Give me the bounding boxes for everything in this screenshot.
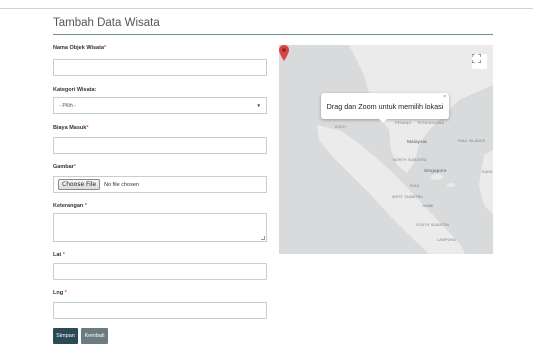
file-status: No file chosen bbox=[104, 181, 139, 188]
biaya-label-text: Biaya Masuk bbox=[53, 125, 87, 131]
required-mark: * bbox=[73, 164, 76, 170]
close-icon[interactable]: × bbox=[443, 94, 446, 100]
kategori-selected: - Pilih - bbox=[59, 102, 77, 109]
map-label-south-sumatra: SOUTH SUMATRA bbox=[416, 223, 450, 227]
gambar-label-text: Gambar bbox=[53, 164, 74, 170]
fullscreen-button[interactable] bbox=[472, 54, 487, 69]
lat-label-text: Lat bbox=[53, 252, 62, 258]
fullscreen-icon bbox=[472, 54, 481, 63]
biaya-input[interactable] bbox=[53, 137, 267, 154]
map-label-riau-islands: RIAU ISLANDS bbox=[458, 139, 486, 143]
kategori-select[interactable]: - Pilih - ▼ bbox=[53, 97, 267, 114]
lng-label: Lng * bbox=[53, 290, 67, 296]
location-map[interactable]: ACEH PENANG TERENGGANU Malaysia NORTH SU… bbox=[279, 45, 493, 254]
map-popup: Drag dan Zoom untuk memilih lokasi × bbox=[321, 93, 449, 123]
lng-input[interactable] bbox=[53, 302, 267, 319]
nama-input[interactable] bbox=[53, 59, 267, 76]
popup-text: Drag dan Zoom untuk memilih lokasi bbox=[326, 101, 444, 111]
map-label-riau: RIAU bbox=[410, 184, 420, 188]
map-label-malaysia: Malaysia bbox=[407, 139, 427, 144]
page-title: Tambah Data Wisata bbox=[53, 17, 160, 29]
map-label-terengganu: TERENGGANU bbox=[417, 121, 445, 125]
map-label-singapore: Singapore bbox=[424, 168, 447, 173]
top-divider bbox=[0, 8, 533, 9]
map-label-jambi: JAMBI bbox=[422, 204, 434, 208]
choose-file-button[interactable]: Choose File bbox=[58, 179, 101, 190]
biaya-label: Biaya Masuk* bbox=[53, 125, 88, 131]
map-label-aceh: ACEH bbox=[335, 125, 346, 129]
required-mark: * bbox=[63, 290, 67, 296]
map-marker-icon[interactable] bbox=[279, 45, 289, 61]
map-label-lampung: LAMPUNG bbox=[437, 238, 457, 242]
popup-tip bbox=[379, 119, 387, 123]
map-label-west-sumatra: WEST SUMATRA bbox=[392, 195, 424, 199]
lat-label: Lat * bbox=[53, 252, 65, 258]
gambar-label: Gambar* bbox=[53, 164, 76, 170]
gambar-file-input[interactable]: Choose File No file chosen bbox=[53, 176, 267, 193]
required-mark: * bbox=[86, 125, 89, 131]
map-island bbox=[431, 174, 443, 180]
map-island bbox=[447, 183, 455, 187]
keterangan-label-text: Keterangan bbox=[53, 203, 84, 209]
map-land-borneo bbox=[479, 150, 493, 215]
required-mark: * bbox=[104, 45, 107, 51]
caret-down-icon: ▼ bbox=[256, 103, 261, 108]
lng-label-text: Lng bbox=[53, 290, 64, 296]
map-land-shapes bbox=[317, 45, 493, 254]
required-mark: * bbox=[61, 252, 65, 258]
lat-input[interactable] bbox=[53, 263, 267, 280]
required-mark: * bbox=[83, 203, 87, 209]
map-label-north-sumatra: NORTH SUMATRA bbox=[393, 158, 427, 162]
title-underline bbox=[53, 34, 493, 35]
map-label-penang: PENANG bbox=[395, 121, 412, 125]
kategori-label: Kategori Wisata: bbox=[53, 87, 97, 93]
nama-label-text: Nama Objek Wisata bbox=[53, 45, 104, 51]
save-button[interactable]: Simpan bbox=[53, 328, 78, 344]
back-button[interactable]: Kembali bbox=[81, 328, 108, 344]
resize-handle-icon[interactable] bbox=[261, 236, 265, 240]
map-label-sara: SARA bbox=[482, 170, 493, 174]
nama-label: Nama Objek Wisata* bbox=[53, 45, 106, 51]
keterangan-label: Keterangan * bbox=[53, 203, 87, 209]
keterangan-textarea[interactable] bbox=[53, 213, 267, 242]
